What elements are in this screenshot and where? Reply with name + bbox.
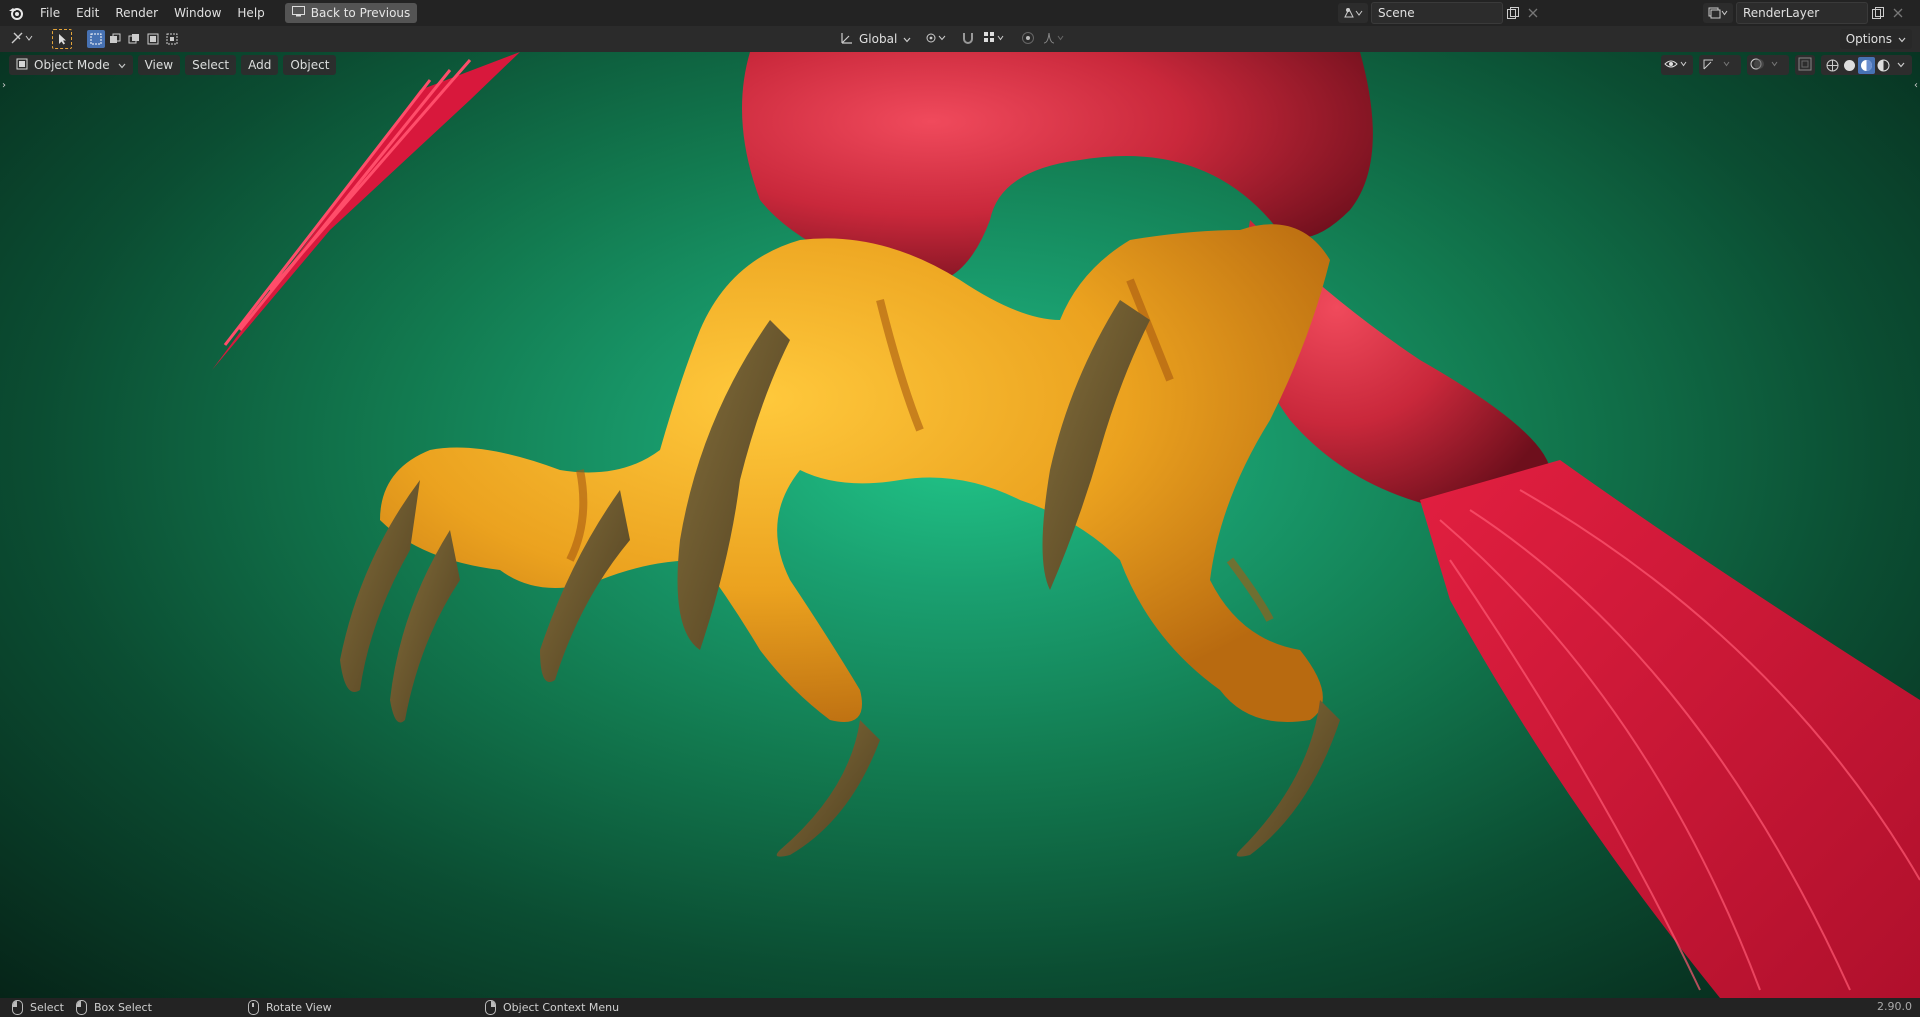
snap-toggle[interactable] — [957, 29, 979, 49]
back-to-previous-button[interactable]: Back to Previous — [284, 3, 418, 23]
viewport-header: Object Mode View Select Add Object — [9, 55, 341, 75]
new-scene-icon[interactable] — [1503, 3, 1523, 23]
view-layer-browse-icon[interactable] — [1703, 3, 1733, 23]
chevron-down-icon — [118, 58, 126, 72]
status-select-label: Select — [30, 1001, 64, 1014]
viewport-menu-object[interactable]: Object — [283, 55, 337, 75]
shading-options-chevron-icon[interactable] — [1892, 57, 1909, 74]
toolbar-expand-arrow-icon[interactable]: › — [2, 80, 6, 91]
overlays-icon — [1750, 57, 1786, 74]
view-layer-name: RenderLayer — [1743, 6, 1820, 20]
snap-target-dropdown[interactable] — [979, 29, 1009, 49]
view-layer-selector: RenderLayer — [1703, 2, 1908, 24]
left-feather — [212, 52, 520, 370]
options-label: Options — [1845, 32, 1892, 46]
gizmo-icon — [1702, 57, 1738, 74]
sidebar-expand-arrow-icon[interactable]: ‹ — [1914, 80, 1918, 91]
proportional-editing-toggle[interactable] — [1017, 29, 1039, 49]
shading-rendered-icon[interactable] — [1875, 57, 1892, 74]
pivot-point-icon — [925, 31, 947, 48]
status-rotate-hint: Rotate View — [248, 1000, 332, 1015]
proportional-falloff-dropdown[interactable] — [1039, 29, 1071, 49]
claws — [380, 224, 1330, 723]
status-bar: Select Box Select Rotate View Object Con… — [0, 998, 1920, 1017]
chevron-down-icon — [1898, 32, 1906, 46]
xray-icon — [1798, 57, 1812, 74]
scene-name: Scene — [1378, 6, 1415, 20]
version-label: 2.90.0 — [1877, 1000, 1912, 1013]
object-mode-label: Object Mode — [34, 58, 110, 72]
select-box-tool-icon[interactable] — [52, 29, 72, 49]
new-view-layer-icon[interactable] — [1868, 3, 1888, 23]
selection-mode-group — [87, 29, 182, 49]
mouse-middle-icon — [248, 1000, 259, 1015]
bird-claw-render — [212, 52, 1920, 998]
tool-settings-bar: Global Options — [0, 26, 1920, 52]
status-context-menu-label: Object Context Menu — [503, 1001, 620, 1014]
scene-selector: Scene — [1338, 2, 1543, 24]
overlays-toggle[interactable] — [1747, 55, 1789, 75]
gizmo-toggle[interactable] — [1699, 55, 1741, 75]
transform-orientation-group: Global — [836, 29, 1071, 49]
viewport-menu-add[interactable]: Add — [241, 55, 279, 75]
select-tool-group — [52, 29, 73, 49]
transform-orientation-value: Global — [859, 32, 898, 46]
mode-subtract-selection-icon[interactable] — [125, 30, 143, 48]
eye-icon — [1664, 57, 1690, 74]
pivot-point-dropdown[interactable] — [921, 29, 951, 49]
xray-toggle[interactable] — [1795, 55, 1815, 75]
menu-render[interactable]: Render — [107, 2, 166, 24]
status-select-hint: Select — [12, 1000, 64, 1015]
scene-browse-icon[interactable] — [1338, 3, 1368, 23]
shading-solid-icon[interactable] — [1841, 57, 1858, 74]
mode-new-selection-icon[interactable] — [87, 30, 105, 48]
orientation-axes-icon — [840, 31, 854, 48]
shading-material-preview-icon[interactable] — [1858, 56, 1875, 74]
top-bar: File Edit Render Window Help Back to Pre… — [0, 0, 1920, 26]
visibility-dropdown[interactable] — [1661, 55, 1693, 75]
mode-intersect-selection-icon[interactable] — [163, 30, 181, 48]
mode-invert-selection-icon[interactable] — [144, 30, 162, 48]
delete-view-layer-icon[interactable] — [1888, 3, 1908, 23]
object-mode-icon — [16, 58, 28, 73]
editor-type-icon — [10, 31, 36, 48]
screen-icon — [291, 6, 305, 20]
view-layer-name-field[interactable]: RenderLayer — [1736, 2, 1868, 24]
options-dropdown[interactable]: Options — [1839, 29, 1912, 49]
3d-viewport[interactable]: › ‹ Object Mode View Select Add Object — [0, 52, 1920, 998]
mouse-drag-icon — [76, 1000, 87, 1015]
mode-extend-selection-icon[interactable] — [106, 30, 124, 48]
right-wing — [1420, 460, 1920, 998]
menu-help[interactable]: Help — [229, 2, 272, 24]
status-box-select-hint: Box Select — [76, 1000, 152, 1015]
snap-increment-icon — [983, 31, 1005, 48]
back-to-previous-label: Back to Previous — [310, 6, 411, 20]
chevron-down-icon — [903, 32, 911, 46]
scene-name-field[interactable]: Scene — [1371, 2, 1503, 24]
proportional-editing-icon — [1021, 31, 1035, 48]
status-box-select-label: Box Select — [94, 1001, 152, 1014]
viewport-menu-select[interactable]: Select — [185, 55, 237, 75]
mouse-left-icon — [12, 1000, 23, 1015]
status-context-menu-hint: Object Context Menu — [485, 1000, 619, 1015]
transform-orientation-dropdown[interactable]: Global — [836, 29, 915, 49]
blender-logo-icon[interactable] — [6, 3, 26, 23]
shading-wireframe-icon[interactable] — [1824, 57, 1841, 74]
menu-window[interactable]: Window — [166, 2, 229, 24]
shading-mode-group — [1821, 55, 1912, 75]
magnet-icon — [961, 31, 975, 48]
viewport-header-right — [1655, 55, 1912, 75]
menu-edit[interactable]: Edit — [68, 2, 107, 24]
viewport-menu-view[interactable]: View — [137, 55, 181, 75]
menu-file[interactable]: File — [32, 2, 68, 24]
mouse-right-icon — [485, 1000, 496, 1015]
status-rotate-label: Rotate View — [266, 1001, 332, 1014]
object-mode-dropdown[interactable]: Object Mode — [9, 55, 133, 75]
editor-type-selector[interactable] — [10, 29, 36, 49]
falloff-curve-icon — [1043, 31, 1067, 48]
delete-scene-icon[interactable] — [1523, 3, 1543, 23]
